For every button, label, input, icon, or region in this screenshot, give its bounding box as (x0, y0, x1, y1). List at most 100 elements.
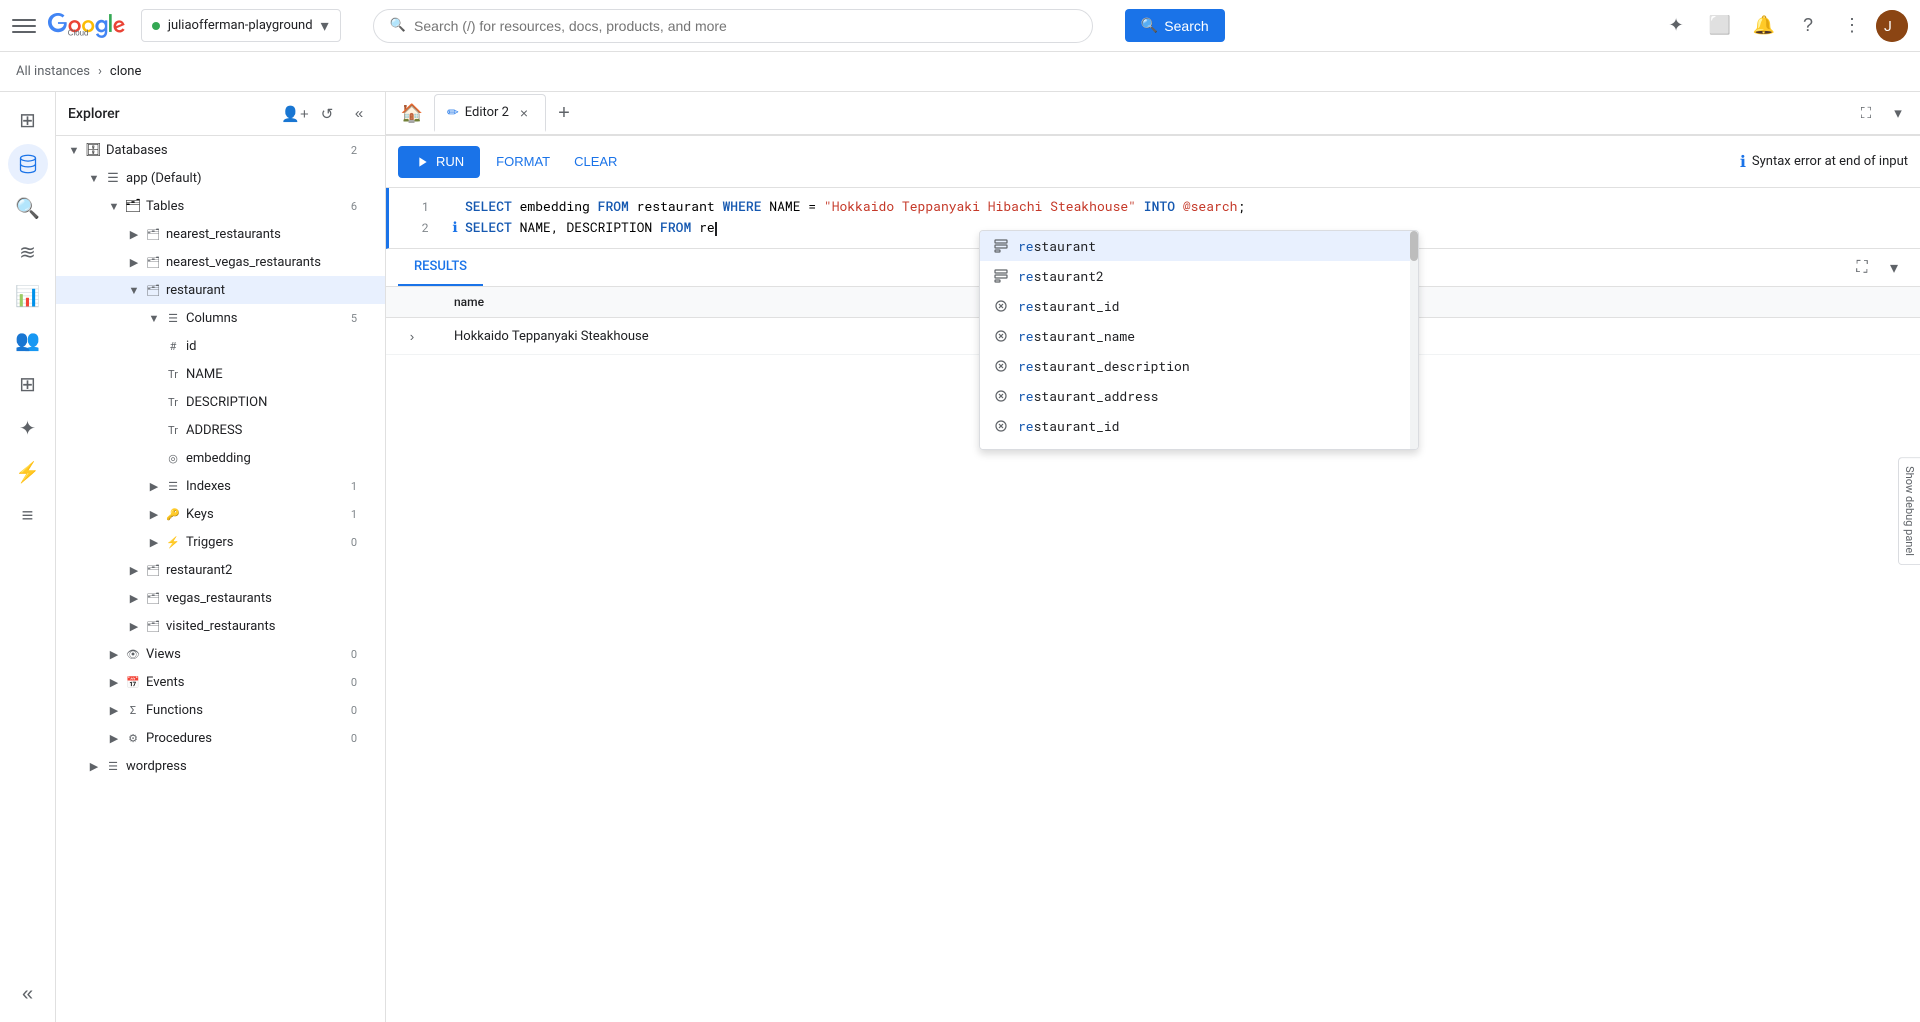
help-icon[interactable]: ? (1788, 6, 1828, 46)
col-name[interactable]: Tr NAME ⋮ (56, 360, 385, 388)
columns-item[interactable]: ▼ ☰ Columns 5 ⋮ (56, 304, 385, 332)
ac-item-restaurant-name-2[interactable]: restaurant_name (980, 441, 1418, 450)
ac-item-restaurant-name[interactable]: restaurant_name (980, 321, 1418, 351)
tables-toggle[interactable]: ▼ (104, 200, 124, 213)
sql-editor-container[interactable]: 1 SELECT embedding FROM restaurant WHERE… (386, 188, 1920, 249)
views-item[interactable]: ▶ 👁 Views 0 ⋮ (56, 640, 385, 668)
triggers-toggle[interactable]: ▶ (144, 536, 164, 549)
autocomplete-scrollbar[interactable] (1410, 231, 1418, 449)
terminal-icon[interactable]: ⬜ (1700, 6, 1740, 46)
wordpress-toggle[interactable]: ▶ (84, 760, 104, 773)
col-embedding[interactable]: ◎ embedding ⋮ (56, 444, 385, 472)
hamburger-menu-icon[interactable] (12, 14, 36, 38)
col-description[interactable]: Tr DESCRIPTION ⋮ (56, 388, 385, 416)
wordpress-item[interactable]: ▶ ☰ wordpress ⋮ (56, 752, 385, 780)
col-emb-type: ◎ (164, 452, 182, 465)
databases-item[interactable]: ▼ 🗄 Databases 2 ⋮ (56, 136, 385, 164)
run-button[interactable]: RUN (398, 146, 480, 178)
format-button[interactable]: FORMAT (488, 146, 558, 177)
ac-item-restaurant-id-2[interactable]: restaurant_id (980, 411, 1418, 441)
columns-toggle[interactable]: ▼ (144, 312, 164, 325)
avatar[interactable]: J (1876, 10, 1908, 42)
tables-item[interactable]: ▼ 🗂 Tables 6 ⋮ (56, 192, 385, 220)
table-restaurant2[interactable]: ▶ 🗂 restaurant2 ⋮ (56, 556, 385, 584)
app-default-item[interactable]: ▼ ☰ app (Default) ⋮ (56, 164, 385, 192)
row-expand-button[interactable]: › (402, 326, 422, 346)
events-item[interactable]: ▶ 📅 Events 0 ⋮ (56, 668, 385, 696)
expand-results-icon[interactable]: ⛶ (1848, 254, 1876, 282)
ac-item-restaurant2[interactable]: restaurant2 (980, 261, 1418, 291)
table-vegas-restaurants[interactable]: ▶ 🗂 vegas_restaurants ⋮ (56, 584, 385, 612)
notifications-icon[interactable]: 🔔 (1744, 6, 1784, 46)
sidebar-list-icon[interactable]: ≡ (8, 496, 48, 536)
breadcrumb-all-instances[interactable]: All instances (16, 64, 90, 79)
collapse-panel-icon[interactable]: « (345, 100, 373, 128)
add-connection-icon[interactable]: 👤+ (281, 100, 309, 128)
sidebar-star-icon[interactable]: ✦ (8, 408, 48, 448)
editor-2-tab[interactable]: ✏ Editor 2 × (434, 94, 546, 132)
refresh-icon[interactable]: ↺ (313, 100, 341, 128)
ac-item-restaurant-id[interactable]: restaurant_id (980, 291, 1418, 321)
functions-item[interactable]: ▶ Σ Functions 0 ⋮ (56, 696, 385, 724)
sidebar-analytics-icon[interactable]: 📊 (8, 276, 48, 316)
bookmark-icon[interactable]: ✦ (1656, 6, 1696, 46)
events-toggle[interactable]: ▶ (104, 676, 124, 689)
indexes-toggle[interactable]: ▶ (144, 480, 164, 493)
editor-tab-label: Editor 2 (465, 105, 509, 120)
sidebar-search-icon[interactable]: 🔍 (8, 188, 48, 228)
keys-label: Keys (186, 507, 347, 522)
functions-toggle[interactable]: ▶ (104, 704, 124, 717)
app-toggle[interactable]: ▼ (84, 172, 104, 185)
clear-button[interactable]: CLEAR (566, 146, 625, 177)
indexes-item[interactable]: ▶ ☰ Indexes 1 ⋮ (56, 472, 385, 500)
more-options-icon[interactable]: ⋮ (1832, 6, 1872, 46)
procedures-item[interactable]: ▶ ⚙ Procedures 0 ⋮ (56, 724, 385, 752)
global-search-bar[interactable]: 🔍 (373, 9, 1093, 43)
sidebar-database-icon[interactable] (8, 144, 48, 184)
autocomplete-scrollbar-thumb[interactable] (1410, 231, 1418, 261)
table-restaurant[interactable]: ▼ 🗂 restaurant ⋮ (56, 276, 385, 304)
table-nearest-restaurants[interactable]: ▶ 🗂 nearest_restaurants ⋮ (56, 220, 385, 248)
add-tab-button[interactable]: + (550, 99, 578, 127)
autocomplete-dropdown[interactable]: restaurant restaurant2 restaurant_id (979, 230, 1419, 450)
triggers-item[interactable]: ▶ ⚡ Triggers 0 ⋮ (56, 528, 385, 556)
visited-toggle[interactable]: ▶ (124, 620, 144, 633)
results-tab[interactable]: RESULTS (398, 249, 483, 286)
ac-item-restaurant-description[interactable]: restaurant_description (980, 351, 1418, 381)
collapse-results-icon[interactable]: ▾ (1880, 254, 1908, 282)
sidebar-users-icon[interactable]: 👥 (8, 320, 48, 360)
keys-toggle[interactable]: ▶ (144, 508, 164, 521)
sidebar-lightning-icon[interactable]: ⚡ (8, 452, 48, 492)
editor-options-icon[interactable]: ▾ (1884, 99, 1912, 127)
table-nearest-vegas-restaurants[interactable]: ▶ 🗂 nearest_vegas_restaurants ⋮ (56, 248, 385, 276)
project-selector[interactable]: juliaofferman-playground ▾ (141, 9, 341, 42)
google-cloud-logo[interactable]: Cloud (48, 13, 125, 39)
search-button-label: Search (1164, 18, 1208, 34)
sidebar-schema-icon[interactable]: ≋ (8, 232, 48, 272)
home-tab-button[interactable]: 🏠 (394, 95, 430, 131)
vegas-toggle[interactable]: ▶ (124, 592, 144, 605)
databases-toggle[interactable]: ▼ (64, 144, 84, 157)
procedures-toggle[interactable]: ▶ (104, 732, 124, 745)
keys-item[interactable]: ▶ 🔑 Keys 1 ⋮ (56, 500, 385, 528)
col-id[interactable]: # id ⋮ (56, 332, 385, 360)
debug-panel-tab[interactable]: Show debug panel (1898, 457, 1920, 565)
ac-item-restaurant[interactable]: restaurant (980, 231, 1418, 261)
nearest-vegas-toggle[interactable]: ▶ (124, 256, 144, 269)
ac-item-restaurant-address[interactable]: restaurant_address (980, 381, 1418, 411)
sidebar-home-icon[interactable]: ⊞ (8, 100, 48, 140)
sidebar-collapse-icon[interactable]: « (8, 974, 48, 1014)
row-expand-cell[interactable]: › (386, 318, 438, 355)
sidebar-tables-icon[interactable]: ⊞ (8, 364, 48, 404)
tab-close-button[interactable]: × (515, 104, 533, 122)
fullscreen-icon[interactable]: ⛶ (1852, 99, 1880, 127)
table-visited-restaurants[interactable]: ▶ 🗂 visited_restaurants ⋮ (56, 612, 385, 640)
restaurant-toggle[interactable]: ▼ (124, 284, 144, 297)
views-toggle[interactable]: ▶ (104, 648, 124, 661)
search-button[interactable]: 🔍 Search (1125, 9, 1225, 42)
nearest-restaurants-toggle[interactable]: ▶ (124, 228, 144, 241)
sql-code-1[interactable]: SELECT embedding FROM restaurant WHERE N… (465, 196, 1912, 216)
global-search-input[interactable] (414, 18, 1076, 34)
restaurant2-toggle[interactable]: ▶ (124, 564, 144, 577)
col-address[interactable]: Tr ADDRESS ⋮ (56, 416, 385, 444)
